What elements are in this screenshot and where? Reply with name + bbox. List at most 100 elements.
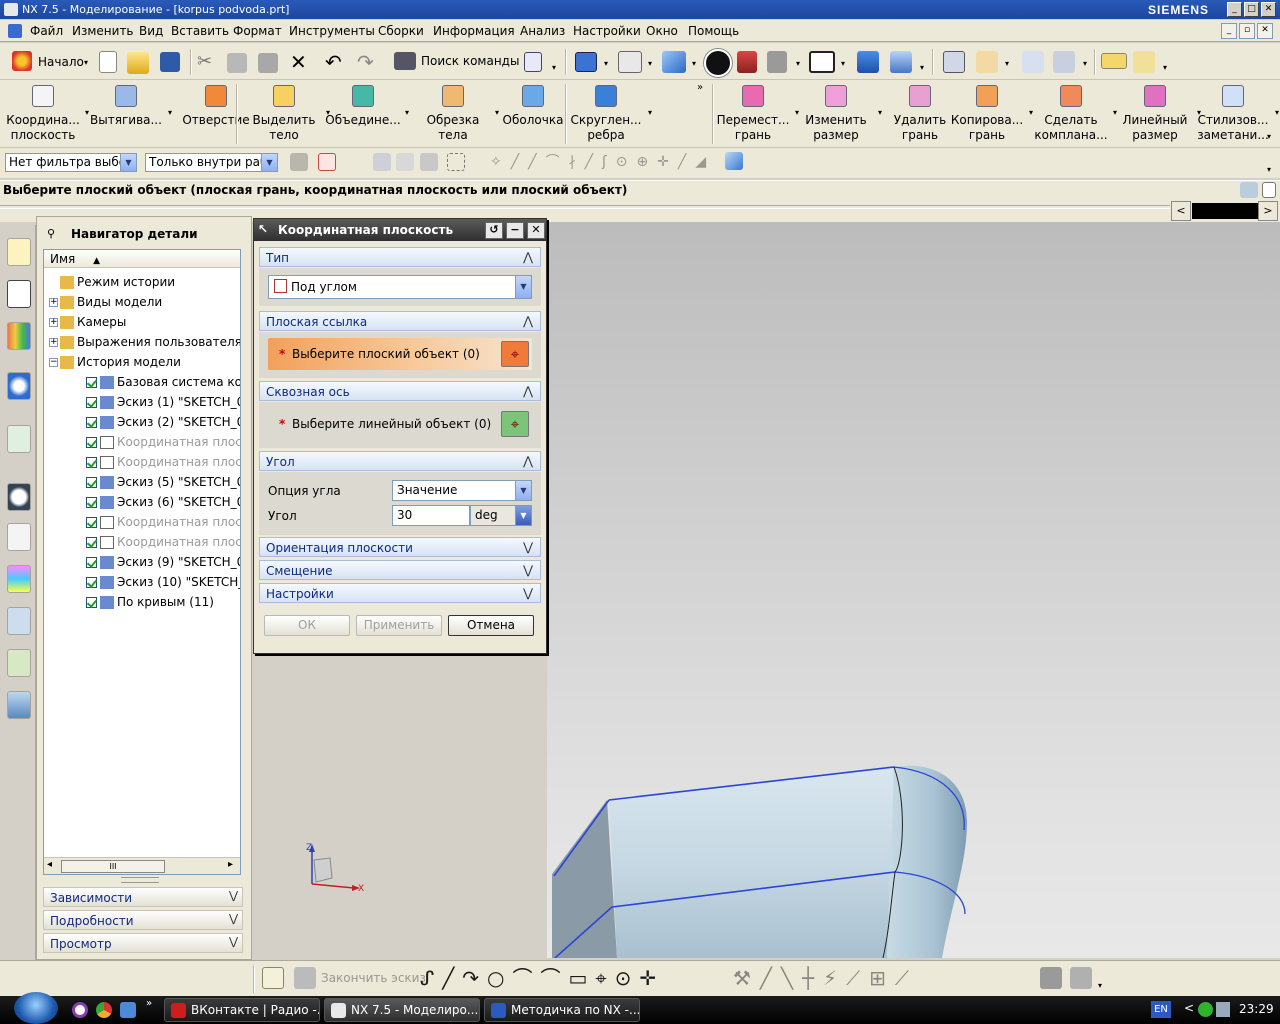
cube-select-icon[interactable] <box>725 152 743 170</box>
visibility-checkbox[interactable] <box>86 537 97 548</box>
feature-tool-icon[interactable] <box>1222 85 1244 107</box>
splitter-grip[interactable] <box>121 877 159 883</box>
manufacturing-wizard-icon[interactable] <box>7 607 31 635</box>
menu-insert[interactable]: Вставить <box>171 24 229 38</box>
new-file-icon[interactable] <box>99 51 117 73</box>
close-button[interactable]: ✕ <box>1261 2 1276 17</box>
feature-tool-icon[interactable] <box>825 85 847 107</box>
feature-tool-button[interactable]: Объедине... <box>325 113 401 128</box>
expand-icon[interactable]: + <box>49 318 58 327</box>
menu-assemblies[interactable]: Сборки <box>378 24 424 38</box>
scope-filter-select[interactable]: Только внутри рабо ▼ <box>145 153 278 172</box>
menu-edit[interactable]: Изменить <box>72 24 134 38</box>
visibility-checkbox[interactable] <box>86 597 97 608</box>
task-word[interactable]: Методичка по NX -... <box>484 998 640 1022</box>
fit-view-icon[interactable] <box>575 52 597 72</box>
visibility-checkbox[interactable] <box>86 457 97 468</box>
feature-tool-button[interactable]: Отверстие <box>178 113 254 128</box>
snap-point-icons[interactable]: ✧╱╱⌒∤╱ʃ⊙⊕✛╱◢ <box>490 152 740 172</box>
feature-tool-icon[interactable] <box>976 85 998 107</box>
scroll-track[interactable] <box>1192 203 1258 219</box>
apply-button[interactable]: Применить <box>356 615 442 636</box>
feature-tool-button[interactable]: Стилизов... заметани... <box>1195 113 1271 143</box>
transform-icon[interactable] <box>857 51 879 73</box>
filter-settings-icon[interactable] <box>290 153 308 171</box>
measure-icon[interactable] <box>1053 51 1075 73</box>
tree-node[interactable]: Камеры <box>60 312 126 332</box>
view-orient-icon[interactable] <box>618 51 642 73</box>
scroll-left-button[interactable]: < <box>1171 201 1191 221</box>
minimize-button[interactable]: _ <box>1227 2 1242 17</box>
graphics-window[interactable] <box>306 222 1280 959</box>
tree-node[interactable]: Режим истории <box>60 272 175 292</box>
type-filter-select[interactable]: Нет фильтра выбор ▼ <box>5 153 137 172</box>
part-navigator-icon[interactable] <box>7 280 31 308</box>
feature-tool-icon[interactable] <box>1060 85 1082 107</box>
menu-format[interactable]: Формат <box>233 24 282 38</box>
tree-feature-row[interactable]: Эскиз (1) "SKETCH_0... <box>86 392 240 412</box>
constraint-icon[interactable] <box>1040 967 1062 989</box>
crosshair-icon[interactable]: ⌖ <box>501 341 529 367</box>
type-select[interactable]: Под углом ▼ <box>268 275 532 299</box>
tree-feature-row[interactable]: Эскиз (6) "SKETCH_0... <box>86 492 240 512</box>
tree-feature-row[interactable]: Базовая система коо... <box>86 372 240 392</box>
sketch-edit-tools[interactable]: ⚒╱╲┼⚡⟋⊞⟋ <box>733 967 1033 989</box>
feature-tool-icon[interactable] <box>32 85 54 107</box>
chrome-icon[interactable] <box>96 1002 112 1018</box>
open-folder-icon[interactable] <box>127 52 149 74</box>
feature-tool-button[interactable]: Выделить тело <box>246 113 322 143</box>
menu-preferences[interactable]: Настройки <box>573 24 641 38</box>
doc-restore-button[interactable]: ▫ <box>1239 23 1255 39</box>
close-dialog-button[interactable]: ✕ <box>527 222 545 239</box>
expand-icon[interactable]: + <box>49 298 58 307</box>
display-constraints-icon[interactable] <box>1070 967 1092 989</box>
tree-feature-row[interactable]: Координатная плоск... <box>86 512 240 532</box>
tree-feature-row[interactable]: Координатная плоск... <box>86 532 240 552</box>
visibility-checkbox[interactable] <box>86 557 97 568</box>
clock[interactable]: 23:29 <box>1239 1002 1274 1016</box>
finish-sketch-icon[interactable] <box>294 967 316 989</box>
roles-icon[interactable] <box>7 649 31 677</box>
dropdown-arrow-icon[interactable]: ▾ <box>405 108 409 117</box>
maximize-button[interactable]: □ <box>1244 2 1259 17</box>
snap-point-icon[interactable] <box>318 153 336 171</box>
ok-button[interactable]: ОК <box>264 615 350 636</box>
menu-tools[interactable]: Инструменты <box>289 24 375 38</box>
delete-icon[interactable]: ✕ <box>290 51 312 73</box>
assembly-navigator-icon[interactable] <box>7 238 31 266</box>
details-section[interactable]: Подробности ⋁ <box>43 910 243 930</box>
menu-information[interactable]: Информация <box>433 24 515 38</box>
expand-icon[interactable]: + <box>49 338 58 347</box>
analysis-icon[interactable] <box>1022 51 1044 73</box>
quicklaunch-icon[interactable] <box>72 1002 88 1018</box>
task-vkontakte[interactable]: ВКонтакте | Радио -... <box>164 998 320 1022</box>
tray-network-icon[interactable] <box>1198 1002 1213 1017</box>
settings-header[interactable]: Настройки ⋁ <box>259 583 541 603</box>
feature-tool-button[interactable]: Перемест... грань <box>715 113 791 143</box>
sketch-curve-tools[interactable]: ᔑ╱↷○⌒⌒▭⌖⊙✛ <box>420 967 720 989</box>
model-body[interactable] <box>306 222 1280 959</box>
angle-unit-select[interactable]: deg ▼ <box>470 505 532 526</box>
tree-feature-row[interactable]: Эскиз (5) "SKETCH_0... <box>86 472 240 492</box>
menu-file[interactable]: Файл <box>30 24 63 38</box>
dependencies-section[interactable]: Зависимости ⋁ <box>43 887 243 907</box>
feature-tool-button[interactable]: Линейный размер <box>1117 113 1193 143</box>
visibility-checkbox[interactable] <box>86 417 97 428</box>
angle-measure-icon[interactable] <box>1133 51 1155 73</box>
feature-tool-button[interactable]: Обрезка тела <box>415 113 491 143</box>
web-browser-icon[interactable] <box>7 425 31 453</box>
cut-icon[interactable]: ✂ <box>197 52 219 74</box>
feature-tool-button[interactable]: Изменить размер <box>798 113 874 143</box>
section-icon[interactable] <box>737 51 757 73</box>
feature-tool-button[interactable]: Оболочка <box>495 113 571 128</box>
process-studio-icon[interactable] <box>7 565 31 593</box>
nx-menu-icon[interactable] <box>8 24 22 38</box>
feature-tool-icon[interactable] <box>273 85 295 107</box>
status-icon[interactable] <box>1240 182 1258 198</box>
menu-help[interactable]: Помощь <box>688 24 739 38</box>
cancel-button[interactable]: Отмена <box>448 615 534 636</box>
tray-volume-icon[interactable] <box>1216 1002 1230 1017</box>
visibility-checkbox[interactable] <box>86 477 97 488</box>
menu-view[interactable]: Вид <box>139 24 163 38</box>
list-icon[interactable] <box>943 51 965 73</box>
